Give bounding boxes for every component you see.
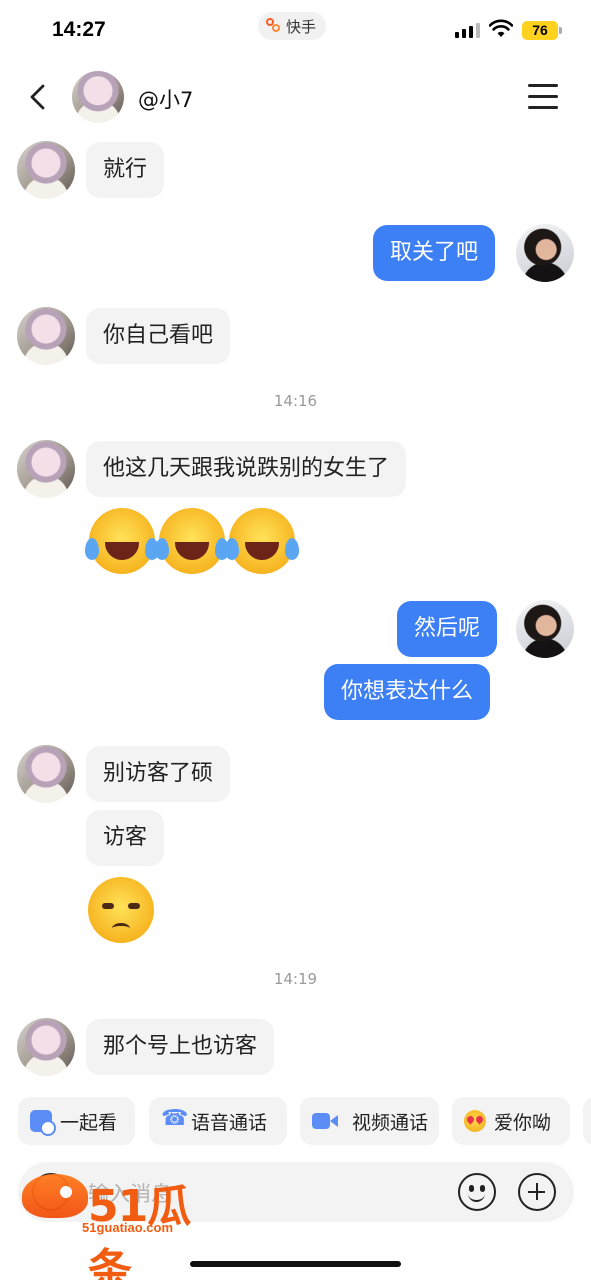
- app-indicator-pill[interactable]: 快手: [258, 12, 327, 40]
- emoji-picker-icon[interactable]: [458, 1173, 496, 1211]
- unamused-face-emoji-icon[interactable]: [88, 877, 154, 943]
- contact-avatar[interactable]: [17, 141, 75, 199]
- crying-laughing-emoji-icon[interactable]: [85, 508, 155, 574]
- watermark: 51瓜条 51guatiao.com: [18, 1168, 228, 1280]
- message-bubble-incoming[interactable]: 你自己看吧: [86, 308, 231, 364]
- watermark-url: 51guatiao.com: [82, 1220, 174, 1235]
- love-you-sticker-button[interactable]: 爱你呦: [452, 1097, 570, 1145]
- message-bubble-outgoing[interactable]: 取关了吧: [373, 225, 496, 281]
- message-bubble-incoming[interactable]: 他这几天跟我说跌别的女生了: [86, 441, 407, 497]
- contact-avatar[interactable]: [17, 745, 75, 803]
- crying-laughing-emoji-icon[interactable]: [155, 508, 225, 574]
- app-indicator-label: 快手: [286, 17, 317, 36]
- message-bubble-incoming[interactable]: 那个号上也访客: [86, 1019, 275, 1075]
- chip-label: 一起看: [60, 1111, 118, 1134]
- crying-laughing-emoji-icon[interactable]: [225, 508, 295, 574]
- message-bubble-incoming[interactable]: 别访客了硕: [86, 746, 231, 802]
- voice-call-button[interactable]: 语音通话: [149, 1097, 287, 1145]
- quick-action-bar: 一起看 语音通话 视频通话 爱你呦: [18, 1097, 591, 1145]
- message-bubble-outgoing[interactable]: 然后呢: [397, 601, 498, 657]
- chip-label: 爱你呦: [494, 1111, 552, 1134]
- phone-icon: [161, 1106, 188, 1132]
- contact-avatar[interactable]: [17, 307, 75, 365]
- message-timestamp: 14:16: [273, 392, 318, 410]
- watermark-logo-icon: [22, 1174, 88, 1218]
- message-timestamp: 14:19: [273, 970, 318, 988]
- add-attachment-icon[interactable]: [518, 1173, 556, 1211]
- message-bubble-incoming[interactable]: 访客: [86, 810, 165, 866]
- watch-together-button[interactable]: 一起看: [18, 1097, 135, 1145]
- kuaishou-logo-icon: [266, 18, 282, 34]
- home-indicator[interactable]: [190, 1261, 401, 1267]
- chat-header: @小7: [0, 62, 591, 132]
- status-bar: 14:27 快手 76: [0, 0, 591, 60]
- video-call-button[interactable]: 视频通话: [300, 1097, 439, 1145]
- message-bubble-incoming[interactable]: 就行: [86, 142, 165, 198]
- self-avatar[interactable]: [516, 600, 574, 658]
- chip-label: 视频通话: [352, 1111, 429, 1134]
- chip-label: 语音通话: [191, 1111, 268, 1134]
- contact-avatar[interactable]: [72, 71, 124, 123]
- heart-eyes-icon: [464, 1110, 486, 1132]
- self-avatar[interactable]: [516, 224, 574, 282]
- watch-together-icon: [30, 1110, 56, 1136]
- contact-avatar[interactable]: [17, 1018, 75, 1076]
- battery-indicator: 76: [522, 21, 562, 40]
- cellular-signal-icon: [455, 22, 481, 38]
- wifi-icon: [489, 19, 513, 37]
- video-camera-icon: [312, 1113, 338, 1129]
- message-bubble-outgoing[interactable]: 你想表达什么: [324, 664, 491, 720]
- status-time: 14:27: [52, 18, 106, 41]
- back-arrow-icon[interactable]: [26, 82, 50, 112]
- hamburger-menu-icon[interactable]: [528, 84, 558, 110]
- contact-avatar[interactable]: [17, 440, 75, 498]
- contact-name[interactable]: @小7: [138, 84, 193, 114]
- more-actions-chip[interactable]: [583, 1097, 591, 1145]
